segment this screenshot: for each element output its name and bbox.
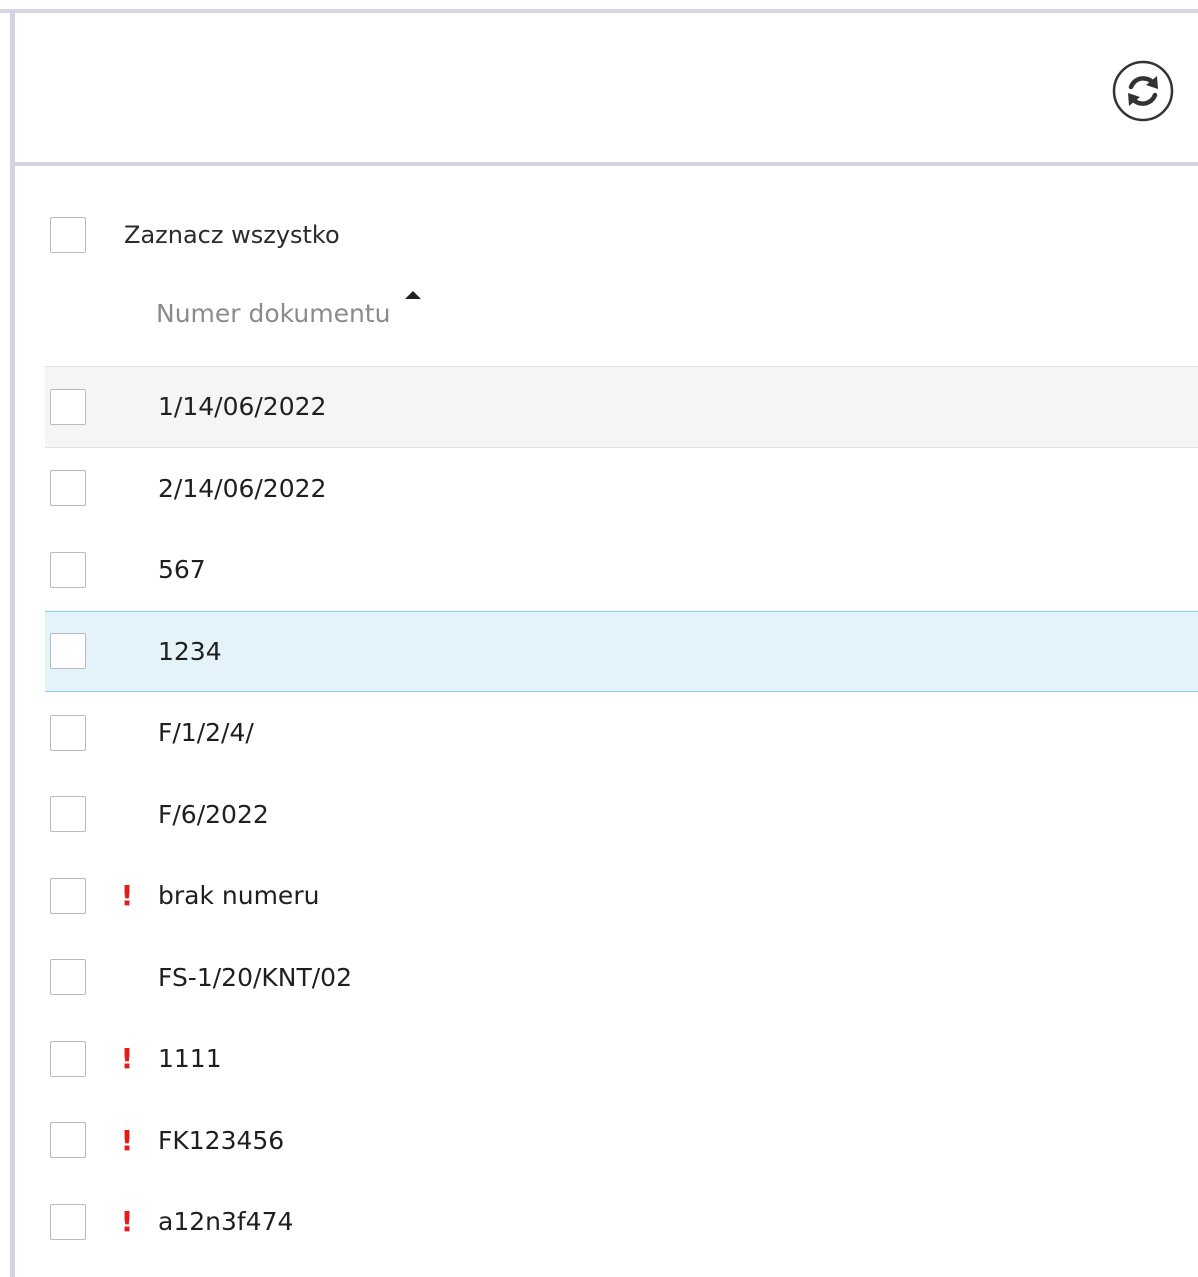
row-checkbox[interactable] bbox=[50, 796, 86, 833]
toolbar-divider bbox=[15, 162, 1198, 166]
row-checkbox[interactable] bbox=[50, 714, 86, 751]
row-checkbox[interactable] bbox=[50, 388, 86, 425]
sort-ascending-icon bbox=[405, 291, 422, 299]
column-header-document-number[interactable]: Numer dokumentu bbox=[156, 290, 422, 340]
document-list: 1/14/06/2022 2/14/06/2022 567 1234 F/1/2… bbox=[45, 366, 1198, 1263]
document-number: F/6/2022 bbox=[158, 799, 269, 829]
toolbar bbox=[15, 13, 1198, 163]
select-all: Zaznacz wszystko bbox=[50, 215, 340, 255]
select-all-label: Zaznacz wszystko bbox=[124, 221, 340, 249]
table-row[interactable]: 567 bbox=[45, 529, 1198, 611]
document-number: 567 bbox=[158, 555, 206, 585]
document-list-panel: Zaznacz wszystko Numer dokumentu 1/14/06… bbox=[0, 0, 1198, 1277]
document-number: 1234 bbox=[158, 636, 222, 666]
table-row[interactable]: ! FK123456 bbox=[45, 1100, 1198, 1182]
table-row[interactable]: ! a12n3f474 bbox=[45, 1181, 1198, 1263]
table-row[interactable]: ! 1111 bbox=[45, 1018, 1198, 1100]
refresh-icon bbox=[1112, 60, 1174, 122]
table-row[interactable]: ! brak numeru bbox=[45, 855, 1198, 937]
row-checkbox[interactable] bbox=[50, 1203, 86, 1240]
document-number: FK123456 bbox=[158, 1125, 285, 1155]
column-header-label: Numer dokumentu bbox=[156, 299, 391, 328]
row-checkbox[interactable] bbox=[50, 1040, 86, 1077]
table-row[interactable]: F/6/2022 bbox=[45, 774, 1198, 856]
table-row-hovered[interactable]: 1234 bbox=[45, 610, 1198, 692]
warning-icon: ! bbox=[120, 1123, 134, 1157]
document-number: a12n3f474 bbox=[158, 1207, 294, 1237]
document-number: 1/14/06/2022 bbox=[158, 392, 327, 422]
row-checkbox[interactable] bbox=[50, 470, 86, 507]
row-checkbox[interactable] bbox=[50, 877, 86, 914]
row-checkbox[interactable] bbox=[50, 1122, 86, 1159]
document-number: FS-1/20/KNT/02 bbox=[158, 962, 352, 992]
document-number: 2/14/06/2022 bbox=[158, 473, 327, 503]
document-number: 1111 bbox=[158, 1044, 222, 1074]
left-border bbox=[10, 10, 15, 1277]
row-checkbox[interactable] bbox=[50, 551, 86, 588]
warning-icon: ! bbox=[120, 1205, 134, 1239]
select-all-checkbox[interactable] bbox=[50, 217, 86, 253]
table-row[interactable]: 1/14/06/2022 bbox=[45, 366, 1198, 448]
table-row[interactable]: 2/14/06/2022 bbox=[45, 448, 1198, 530]
row-checkbox[interactable] bbox=[50, 959, 86, 996]
document-number: F/1/2/4/ bbox=[158, 718, 254, 748]
warning-icon: ! bbox=[120, 879, 134, 913]
refresh-button[interactable] bbox=[1112, 60, 1174, 122]
row-checkbox[interactable] bbox=[50, 633, 86, 670]
table-row[interactable]: FS-1/20/KNT/02 bbox=[45, 937, 1198, 1019]
document-number: brak numeru bbox=[158, 881, 320, 911]
warning-icon: ! bbox=[120, 1042, 134, 1076]
table-row[interactable]: F/1/2/4/ bbox=[45, 692, 1198, 774]
